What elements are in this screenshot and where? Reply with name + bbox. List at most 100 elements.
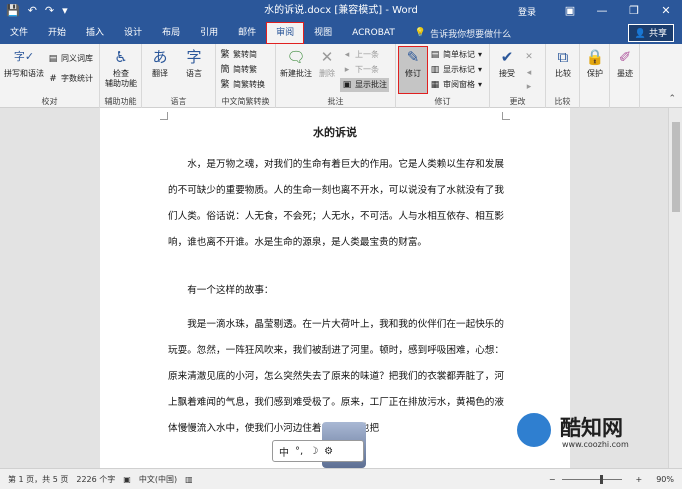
paragraph-2: 有一个这样的故事：: [187, 285, 274, 296]
ime-mode[interactable]: 中: [279, 444, 289, 459]
macro-icon[interactable]: ▥: [185, 475, 193, 484]
accept-button[interactable]: ✔ 接受: [494, 47, 520, 79]
scrollbar-thumb[interactable]: [672, 122, 680, 212]
protect-label: 保护: [587, 69, 603, 78]
save-icon[interactable]: 💾: [6, 0, 20, 22]
accessibility-group: ♿ 检查 辅助功能 辅助功能: [100, 44, 142, 108]
pane-icon: ▦: [430, 80, 440, 90]
moon-icon[interactable]: ☽: [309, 446, 318, 457]
prev-icon: ◂: [344, 50, 350, 60]
spelling-grammar-button[interactable]: 字✓ 拼写和语法: [2, 47, 46, 79]
prev-comment-label: 上一条: [355, 50, 379, 59]
tab-file[interactable]: 文件: [0, 22, 38, 44]
document-page[interactable]: 水的诉说 水，是万物之魂，对我们的生命有着巨大的作用。它是人类赖以生存和发展的不…: [100, 108, 570, 468]
to-simplified-button[interactable]: 繁 繁转简: [220, 48, 257, 62]
redo-icon[interactable]: ↷: [45, 0, 54, 22]
watermark-logo: 酷知网 www.coozhi.com: [508, 404, 648, 460]
share-button[interactable]: 👤 共享: [627, 24, 674, 42]
show-comments-button[interactable]: ▣ 显示批注: [340, 78, 389, 92]
tell-me-text: 告诉我你想要做什么: [430, 29, 512, 40]
next-icon: ▸: [344, 65, 350, 75]
proofing-status-icon[interactable]: ▣: [123, 475, 131, 484]
ink-button[interactable]: ✐ 墨迹: [612, 47, 638, 79]
check-accessibility-button[interactable]: ♿ 检查 辅助功能: [102, 47, 140, 89]
review-ribbon: 字✓ 拼写和语法 ▤ 同义词库 # 字数统计 校对 ♿ 检查 辅助功能 辅助功能: [0, 44, 682, 108]
tab-view[interactable]: 视图: [304, 22, 342, 44]
ink-label: 墨迹: [617, 69, 633, 78]
word-count-label: 字数统计: [61, 74, 93, 83]
changes-group: ✔ 接受 ✕ ◂ ▸ 更改: [490, 44, 546, 108]
zoom-level[interactable]: 90%: [656, 475, 674, 484]
reviewing-pane-button[interactable]: ▦ 审阅窗格 ▾: [430, 78, 482, 92]
tab-review[interactable]: 审阅: [266, 22, 305, 44]
tab-design[interactable]: 设计: [114, 22, 152, 44]
zoom-slider-thumb[interactable]: [599, 475, 603, 484]
language-group: あ 翻译 字 语言 语言: [142, 44, 216, 108]
zoom-slider[interactable]: [561, 475, 622, 484]
compare-label: 比较: [555, 69, 571, 78]
share-label: 共享: [648, 29, 667, 39]
restore-button[interactable]: ❐: [618, 0, 650, 22]
abc-icon: #: [49, 74, 57, 84]
login-button[interactable]: 登录: [518, 5, 536, 18]
markup-select[interactable]: ▤ 简单标记 ▾: [430, 48, 482, 62]
quick-access-toolbar: 💾 ↶ ↷ ▾: [0, 0, 68, 22]
tab-home[interactable]: 开始: [38, 22, 76, 44]
tab-mailings[interactable]: 邮件: [228, 22, 266, 44]
collapse-ribbon-icon[interactable]: ⌃: [668, 94, 676, 104]
ime-punct-icon[interactable]: °,: [295, 446, 303, 457]
chevron-down-icon: ▾: [478, 80, 483, 89]
reviewing-pane-label: 审阅窗格: [443, 80, 475, 89]
ribbon-display-options-icon[interactable]: ▣: [554, 0, 586, 22]
show-comments-label: 显示批注: [355, 80, 387, 89]
lock-icon: 🔒: [585, 48, 605, 66]
changes-group-label: 更改: [509, 97, 526, 106]
new-comment-icon: 🗨: [286, 48, 306, 66]
margin-corner: [160, 112, 168, 120]
tab-acrobat[interactable]: ACROBAT: [342, 22, 405, 44]
zoom-in-button[interactable]: +: [636, 475, 643, 484]
next-comment-button[interactable]: ▸ 下一条: [342, 63, 379, 77]
chinese-convert-button[interactable]: 繁 简繁转换: [220, 78, 265, 92]
qat-more-icon[interactable]: ▾: [62, 0, 68, 22]
word-count[interactable]: 2226 个字: [76, 474, 115, 485]
gear-icon[interactable]: ⚙: [324, 446, 333, 457]
to-traditional-button[interactable]: 簡 简转繁: [220, 63, 257, 77]
next-change-button[interactable]: ▸: [524, 80, 534, 94]
tell-me-box[interactable]: 💡 告诉我你想要做什么: [415, 27, 511, 40]
previous-change-icon: ◂: [526, 68, 532, 78]
protect-button[interactable]: 🔒 保护: [582, 47, 608, 79]
word-count-button[interactable]: # 字数统计: [48, 72, 93, 86]
tab-layout[interactable]: 布局: [152, 22, 190, 44]
chevron-down-icon: ▾: [478, 65, 483, 74]
language-status[interactable]: 中文(中国): [139, 474, 177, 485]
compare-button[interactable]: ⧉ 比较: [549, 47, 577, 79]
margin-corner: [502, 112, 510, 120]
tab-references[interactable]: 引用: [190, 22, 228, 44]
paragraph-1: 水，是万物之魂，对我们的生命有着巨大的作用。它是人类赖以生存和发展的不可缺少的重…: [168, 159, 504, 248]
page-count[interactable]: 第 1 页，共 5 页: [8, 474, 68, 485]
track-changes-button[interactable]: ✎ 修订: [398, 46, 428, 94]
previous-change-button[interactable]: ◂: [524, 66, 534, 80]
new-comment-button[interactable]: 🗨 新建批注: [278, 47, 314, 79]
chinese-conversion-group-label: 中文简繁转换: [221, 97, 270, 106]
vertical-scrollbar[interactable]: [668, 108, 682, 468]
close-button[interactable]: ✕: [650, 0, 682, 22]
tab-insert[interactable]: 插入: [76, 22, 114, 44]
show-markup-button[interactable]: ▥ 显示标记 ▾: [430, 63, 482, 77]
prev-comment-button[interactable]: ◂ 上一条: [342, 48, 379, 62]
ink-group: ✐ 墨迹: [610, 44, 640, 108]
minimize-button[interactable]: —: [586, 0, 618, 22]
reject-button[interactable]: ✕: [524, 50, 534, 64]
ime-toolbar[interactable]: 中 °, ☽ ⚙: [272, 440, 364, 462]
thesaurus-button[interactable]: ▤ 同义词库: [48, 52, 93, 66]
convert-icon-3: 繁: [220, 80, 230, 90]
reject-icon: ✕: [525, 52, 533, 62]
watermark-brand: 酷知网: [560, 416, 623, 440]
watermark-url: www.coozhi.com: [562, 440, 629, 449]
delete-comment-button[interactable]: ✕ 删除: [314, 47, 340, 79]
undo-icon[interactable]: ↶: [28, 0, 37, 22]
translate-button[interactable]: あ 翻译: [144, 47, 176, 79]
language-button[interactable]: 字 语言: [178, 47, 210, 79]
zoom-out-button[interactable]: −: [549, 475, 556, 484]
